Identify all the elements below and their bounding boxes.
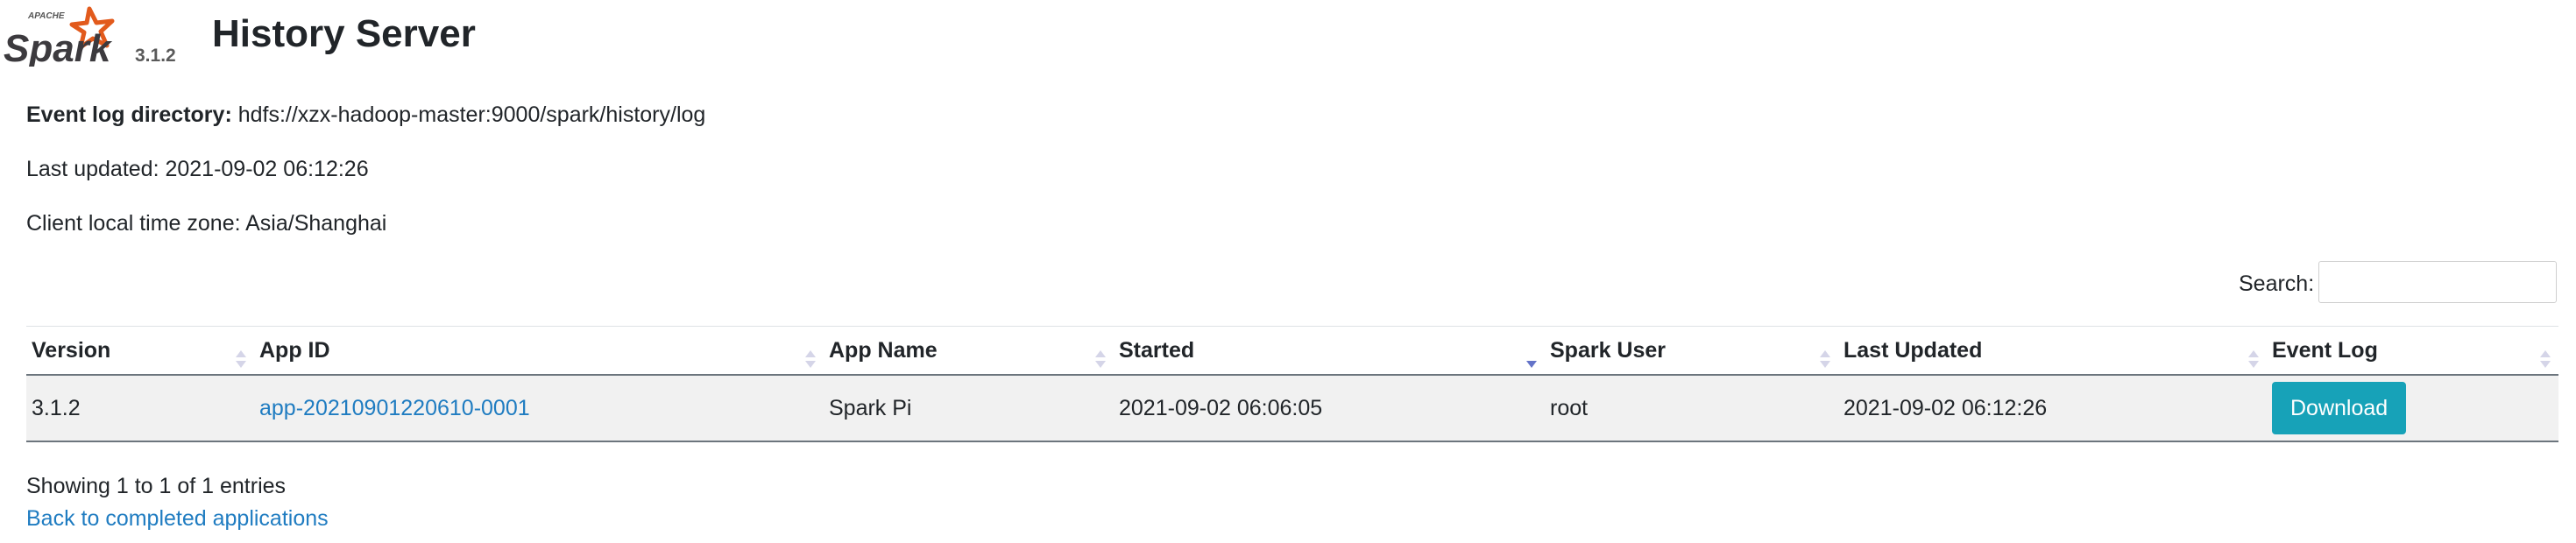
column-header-label: Event Log (2272, 337, 2378, 363)
search-input[interactable] (2318, 261, 2557, 303)
column-header-app-id[interactable]: App ID (254, 327, 824, 376)
column-header-event-log[interactable]: Event Log (2267, 327, 2558, 376)
column-header-label: App ID (259, 337, 330, 363)
sort-both-icon (2539, 349, 2551, 369)
time-zone-text: Client local time zone: Asia/Shanghai (26, 211, 387, 236)
sort-both-icon (804, 349, 817, 369)
showing-entries-text: Showing 1 to 1 of 1 entries (26, 474, 287, 498)
column-header-version[interactable]: Version (26, 327, 254, 376)
cell-app-name: Spark Pi (824, 375, 1114, 441)
cell-last-updated: 2021-09-02 06:12:26 (1838, 375, 2267, 441)
sort-desc-icon (1525, 349, 1538, 369)
cell-started: 2021-09-02 06:06:05 (1114, 375, 1545, 441)
column-header-spark-user[interactable]: Spark User (1545, 327, 1838, 376)
column-header-label: Started (1119, 337, 1195, 363)
history-server-page: APACHE Spark 3.1.2 History Server Event … (0, 0, 2576, 543)
cell-event-log: Download (2267, 375, 2558, 441)
column-header-label: Spark User (1550, 337, 1667, 363)
column-header-label: Version (32, 337, 111, 363)
applications-table-wrapper: Version App ID App Name Started Spark Us… (26, 326, 2558, 442)
table-header-row: Version App ID App Name Started Spark Us… (26, 326, 2558, 376)
table-row: 3.1.2 app-20210901220610-0001 Spark Pi 2… (26, 375, 2558, 441)
cell-spark-user: root (1545, 375, 1838, 441)
cell-app-id: app-20210901220610-0001 (254, 375, 824, 441)
column-header-label: Last Updated (1844, 337, 1983, 363)
applications-table: Version App ID App Name Started Spark Us… (26, 326, 2558, 442)
sort-both-icon (1094, 349, 1107, 369)
cell-version: 3.1.2 (26, 375, 254, 441)
download-button[interactable]: Download (2272, 382, 2407, 434)
spark-logo[interactable]: APACHE Spark (2, 4, 124, 67)
sort-both-icon (2247, 349, 2260, 369)
app-id-link[interactable]: app-20210901220610-0001 (259, 396, 530, 420)
page-title: History Server (212, 12, 476, 55)
logo-apache-text: APACHE (27, 11, 65, 21)
header: APACHE Spark 3.1.2 History Server (0, 0, 2576, 79)
column-header-last-updated[interactable]: Last Updated (1838, 327, 2267, 376)
spark-version-badge: 3.1.2 (135, 46, 176, 66)
search-label: Search: (2239, 272, 2315, 296)
sort-both-icon (1819, 349, 1831, 369)
column-header-started[interactable]: Started (1114, 327, 1545, 376)
event-log-label: Event log directory: (26, 102, 232, 127)
last-updated-text: Last updated: 2021-09-02 06:12:26 (26, 157, 369, 181)
back-to-completed-link[interactable]: Back to completed applications (26, 506, 329, 532)
event-log-directory: Event log directory: hdfs://xzx-hadoop-m… (26, 102, 705, 128)
logo-spark-text: Spark (4, 27, 113, 67)
column-header-app-name[interactable]: App Name (824, 327, 1114, 376)
column-header-label: App Name (829, 337, 938, 363)
event-log-value: hdfs://xzx-hadoop-master:9000/spark/hist… (237, 102, 706, 127)
sort-both-icon (235, 349, 247, 369)
